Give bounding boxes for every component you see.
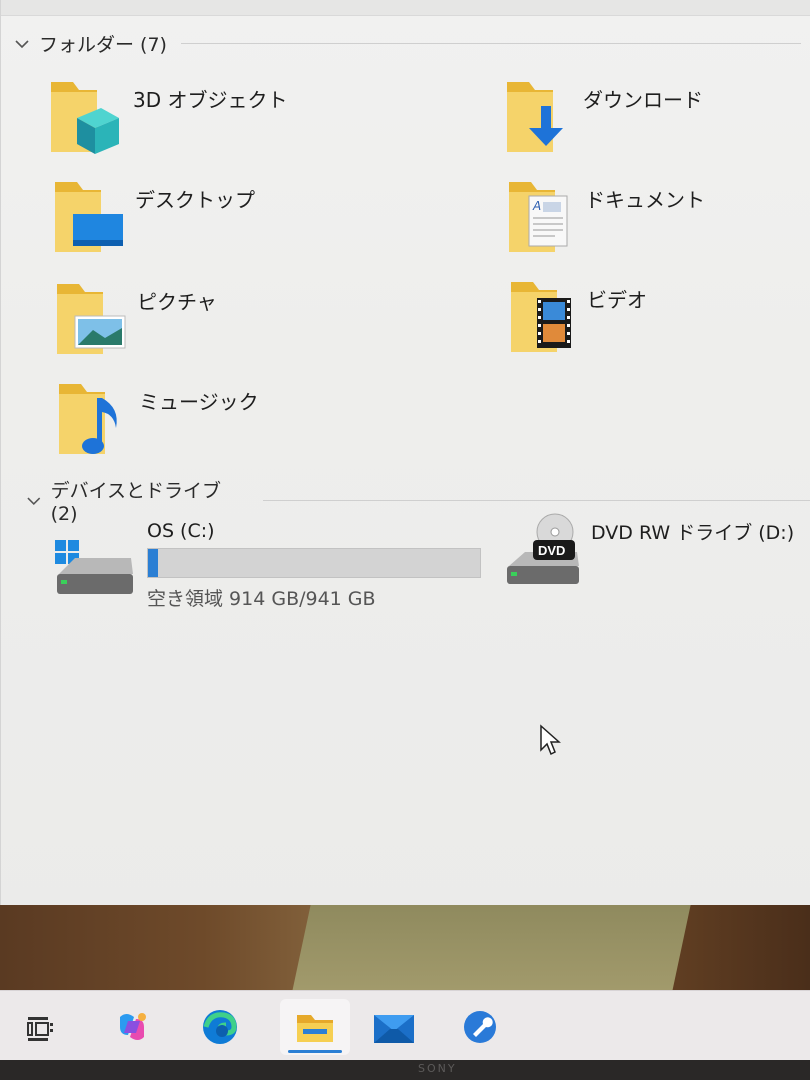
folder-videos[interactable]: ビデオ bbox=[507, 278, 647, 358]
dvd-drive-icon: DVD bbox=[503, 512, 585, 594]
chevron-down-icon bbox=[27, 497, 41, 505]
settings-tool-icon bbox=[464, 1011, 496, 1043]
task-view-icon bbox=[27, 1017, 53, 1041]
folders-group-header[interactable]: フォルダー (7) bbox=[13, 30, 801, 57]
pictures-folder-icon bbox=[53, 280, 131, 360]
group-divider bbox=[180, 43, 801, 44]
taskbar bbox=[0, 990, 810, 1060]
desktop-folder-icon bbox=[51, 178, 129, 258]
file-explorer-content: フォルダー (7) 3D オブジェクト ダウンロード デスクトップ A ドキュメ… bbox=[0, 0, 810, 935]
folder-label: ピクチャ bbox=[137, 290, 217, 314]
edge-icon bbox=[203, 1010, 237, 1044]
edge-button[interactable] bbox=[192, 999, 248, 1055]
folder-label: ドキュメント bbox=[585, 188, 705, 212]
folder-pictures[interactable]: ピクチャ bbox=[53, 280, 217, 360]
drive-name: OS (C:) bbox=[147, 520, 215, 542]
drive-name: DVD RW ドライブ (D:) bbox=[591, 522, 795, 544]
chevron-down-icon bbox=[15, 39, 29, 48]
header-strip bbox=[1, 0, 810, 16]
file-explorer-button[interactable] bbox=[280, 999, 350, 1055]
folder-label: ダウンロード bbox=[583, 88, 703, 112]
folder-music[interactable]: ミュージック bbox=[55, 380, 259, 460]
monitor-bezel bbox=[0, 1060, 810, 1080]
folder-label: 3D オブジェクト bbox=[133, 88, 288, 112]
drive-usage-fill bbox=[148, 549, 158, 577]
svg-text:A: A bbox=[532, 199, 541, 213]
mouse-cursor-icon bbox=[540, 724, 561, 756]
dvd-badge: DVD bbox=[538, 543, 565, 558]
monitor-brand-logo: SONY bbox=[418, 1062, 457, 1075]
drive-c-info: OS (C:) 空き領域 914 GB/941 GB bbox=[147, 518, 481, 611]
mail-button[interactable] bbox=[366, 999, 422, 1055]
copilot-button[interactable] bbox=[104, 999, 160, 1055]
drive-c[interactable]: OS (C:) 空き領域 914 GB/941 GB bbox=[51, 518, 481, 611]
active-app-indicator bbox=[288, 1050, 342, 1053]
3d-objects-folder-icon bbox=[47, 78, 125, 158]
folder-label: デスクトップ bbox=[135, 188, 255, 212]
folder-label: ビデオ bbox=[587, 288, 647, 312]
settings-tool-button[interactable] bbox=[452, 999, 508, 1055]
windows-drive-icon bbox=[51, 518, 137, 604]
folder-documents[interactable]: A ドキュメント bbox=[505, 178, 705, 258]
documents-folder-icon: A bbox=[505, 178, 583, 258]
folder-desktop[interactable]: デスクトップ bbox=[51, 178, 255, 258]
drive-d[interactable]: DVD DVD RW ドライブ (D:) bbox=[503, 512, 794, 594]
copilot-icon bbox=[120, 1013, 146, 1040]
group-divider bbox=[263, 500, 810, 501]
folder-label: ミュージック bbox=[139, 390, 259, 414]
drive-free-space: 空き領域 914 GB/941 GB bbox=[147, 588, 376, 610]
folder-3d-objects[interactable]: 3D オブジェクト bbox=[47, 78, 287, 158]
music-folder-icon bbox=[55, 380, 133, 460]
videos-folder-icon bbox=[507, 278, 585, 358]
folders-group-title: フォルダー (7) bbox=[39, 34, 167, 56]
drive-usage-bar bbox=[147, 548, 481, 578]
task-view-button[interactable] bbox=[12, 999, 68, 1055]
mail-icon bbox=[374, 1015, 414, 1043]
downloads-folder-icon bbox=[503, 78, 581, 158]
file-explorer-icon bbox=[297, 1015, 333, 1042]
folder-downloads[interactable]: ダウンロード bbox=[503, 78, 703, 158]
